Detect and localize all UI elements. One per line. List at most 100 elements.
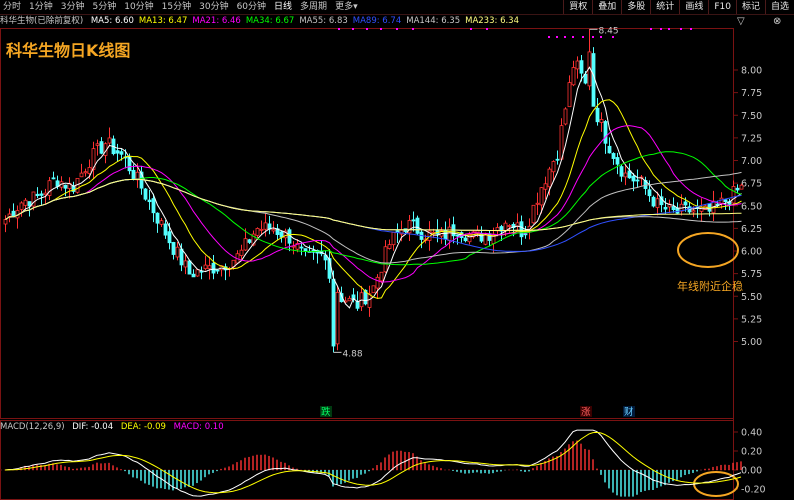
event-marker-label: 涨: [581, 407, 591, 418]
event-marker: [650, 28, 652, 30]
candle-body: [371, 285, 376, 294]
candle-body: [79, 172, 84, 178]
candle-body: [167, 231, 172, 244]
candle-body: [3, 219, 8, 225]
macd-dif: DIF: -0.04: [72, 422, 114, 432]
candle-body: [671, 206, 676, 211]
event-marker: [660, 28, 662, 30]
candle-body: [487, 233, 492, 241]
candle-body: [699, 206, 704, 212]
candle-body: [335, 291, 340, 345]
candle-body: [255, 228, 260, 236]
candle-body: [563, 108, 568, 125]
candle-body: [519, 221, 524, 238]
candle-body: [483, 233, 488, 245]
event-marker-label: 财: [624, 406, 634, 418]
ma233-line: [5, 178, 742, 231]
candle-body: [331, 278, 336, 347]
macd-dea: DEA: -0.09: [120, 422, 166, 432]
event-marker: [412, 28, 414, 30]
y-tick-label: 5.00: [741, 337, 762, 348]
event-marker: [690, 28, 692, 30]
candle-body: [575, 60, 580, 70]
event-marker: [572, 36, 574, 38]
event-marker: [600, 36, 602, 38]
candle-body: [207, 265, 212, 270]
candle-body: [187, 260, 192, 275]
candle-body: [655, 198, 660, 208]
ma144-line: [5, 178, 742, 231]
candle-body: [535, 202, 540, 205]
candle-body: [523, 233, 528, 236]
y-tick-label: 5.50: [741, 292, 762, 303]
y-tick-label: 7.50: [741, 111, 762, 122]
ma5-line: [5, 66, 742, 309]
candle-body: [151, 198, 156, 214]
candle-body: [143, 188, 148, 200]
event-marker: [592, 36, 594, 38]
event-marker: [582, 36, 584, 38]
candle-body: [367, 293, 372, 308]
candle-body: [411, 219, 416, 222]
candle-body: [279, 231, 284, 238]
y-tick-label: 7.25: [741, 133, 762, 144]
candle-body: [243, 238, 248, 251]
candle-body: [463, 237, 468, 242]
candle-body: [375, 276, 380, 289]
candle-body: [215, 269, 220, 272]
y-tick-label: 5.75: [741, 269, 762, 280]
candle-body: [735, 187, 740, 191]
candle-body: [63, 184, 68, 189]
highlight-ellipse-main: [677, 232, 739, 268]
candle-body: [391, 231, 396, 246]
candle-body: [567, 82, 572, 108]
highlight-ellipse-macd: [693, 471, 739, 497]
candle-body: [195, 269, 200, 277]
candle-body: [595, 107, 600, 123]
candle-body: [159, 220, 164, 225]
event-marker-label: 跌: [321, 406, 331, 418]
candle-body: [723, 199, 728, 203]
candle-body: [19, 202, 24, 210]
ma21-line: [5, 125, 742, 283]
candle-body: [531, 204, 536, 224]
event-marker: [548, 36, 550, 38]
event-marker: [396, 28, 398, 30]
candle-body: [579, 60, 584, 74]
candle-body: [107, 137, 112, 144]
candle-body: [303, 248, 308, 252]
event-marker: [556, 36, 558, 38]
y-tick-label: 7.00: [741, 156, 762, 167]
candle-body: [611, 153, 616, 159]
candle-body: [155, 212, 160, 224]
candle-body: [99, 141, 104, 154]
candle-body: [635, 179, 640, 182]
candle-body: [147, 199, 152, 203]
candle-body: [87, 167, 92, 175]
annotation-text: 年线附近企稳: [677, 280, 743, 293]
candle-body: [507, 225, 512, 227]
event-marker: [680, 28, 682, 30]
event-marker: [470, 28, 472, 30]
event-marker: [338, 28, 340, 30]
candle-body: [551, 161, 556, 173]
y-tick-label: 6.25: [741, 224, 762, 235]
macd-header: MACD(12,26,9) DIF: -0.04 DEA: -0.09 MACD…: [0, 421, 229, 433]
candle-body: [131, 169, 136, 180]
candle-body: [543, 183, 548, 190]
y-tick-label: 6.50: [741, 201, 762, 212]
candle-body: [355, 301, 360, 309]
event-marker: [486, 28, 488, 30]
y-tick-label: 5.25: [741, 314, 762, 325]
candle-body: [115, 150, 120, 154]
candle-body: [51, 177, 56, 180]
candle-body: [619, 166, 624, 177]
candle-body: [163, 223, 168, 236]
candle-body: [239, 249, 244, 256]
candle-body: [615, 157, 620, 165]
candle-body: [203, 264, 208, 270]
candle-body: [683, 201, 688, 206]
candle-body: [631, 175, 636, 182]
candle-body: [23, 199, 28, 206]
main-frame: [0, 28, 734, 419]
